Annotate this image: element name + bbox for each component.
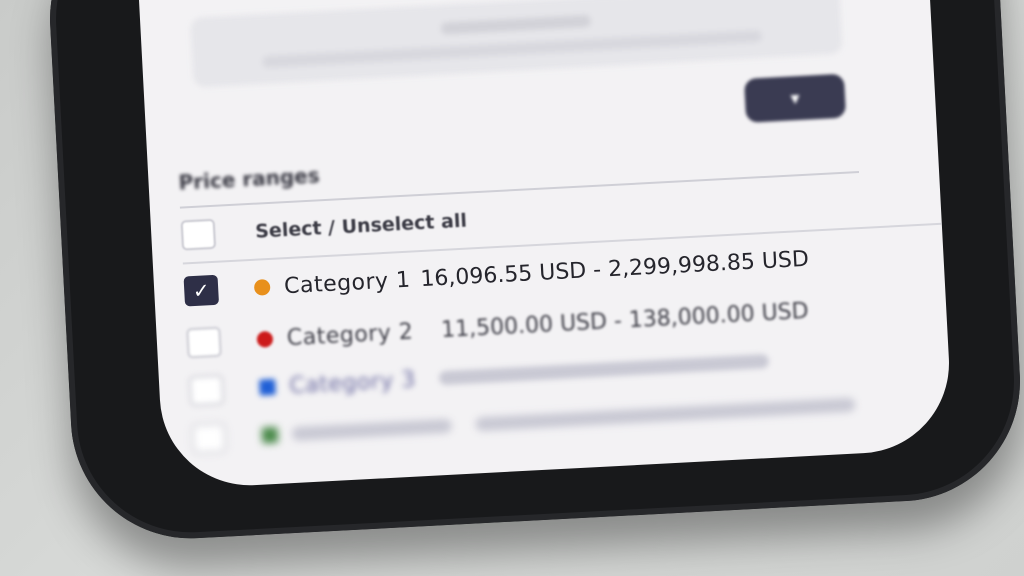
- category-4-label-blurred: [291, 418, 453, 442]
- select-all-label: Select / Unselect all: [254, 209, 468, 243]
- select-all-row[interactable]: Select / Unselect all: [180, 206, 468, 251]
- category-1-label: Category 1: [283, 267, 412, 299]
- category-row-3[interactable]: Category 3: [188, 346, 770, 407]
- category-1-range: 16,096.55 USD - 2,299,998.85 USD: [419, 246, 810, 292]
- category-3-color-dot: [259, 378, 276, 396]
- category-3-checkbox[interactable]: [188, 374, 225, 407]
- search-hint-line: [262, 29, 763, 69]
- category-4-checkbox[interactable]: [191, 422, 227, 455]
- category-3-label: Category 3: [288, 367, 417, 399]
- category-2-label: Category 2: [286, 319, 414, 351]
- photo-scene: ▾ Price ranges Select / Unselect all ✓ C…: [0, 0, 1024, 576]
- expand-button[interactable]: ▾: [743, 73, 847, 123]
- category-1-color-dot: [253, 278, 271, 296]
- category-3-range-blurred: [439, 353, 770, 386]
- chevron-down-icon: ▾: [789, 87, 801, 109]
- category-4-color-dot: [261, 426, 279, 444]
- select-all-checkbox[interactable]: [180, 218, 217, 251]
- category-2-color-dot: [256, 330, 274, 348]
- price-ranges-title: Price ranges: [177, 163, 321, 195]
- search-placeholder-line: [440, 14, 592, 35]
- category-row-1[interactable]: ✓ Category 1 16,096.55 USD - 2,299,998.8…: [183, 244, 810, 307]
- phone-frame: ▾ Price ranges Select / Unselect all ✓ C…: [43, 0, 1024, 545]
- category-4-range-blurred: [475, 397, 856, 432]
- category-2-checkbox[interactable]: [186, 326, 222, 359]
- checkmark-icon: ✓: [192, 278, 211, 304]
- phone-screen: ▾ Price ranges Select / Unselect all ✓ C…: [136, 0, 954, 490]
- category-1-checkbox[interactable]: ✓: [183, 274, 220, 307]
- category-2-range: 11,500.00 USD - 138,000.00 USD: [440, 298, 810, 343]
- search-box[interactable]: [189, 0, 843, 88]
